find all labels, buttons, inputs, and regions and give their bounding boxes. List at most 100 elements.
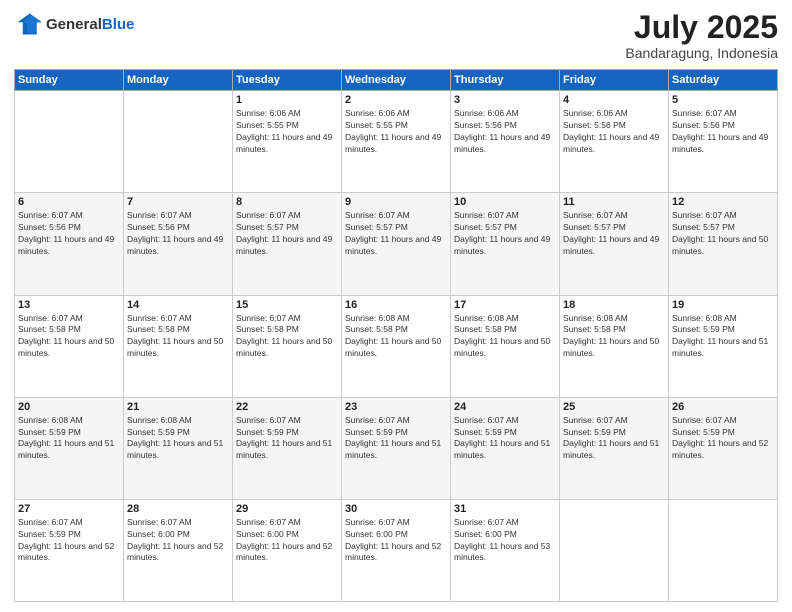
day-number: 17 — [454, 299, 556, 311]
day-number: 1 — [236, 94, 338, 106]
day-info: Sunrise: 6:07 AMSunset: 5:59 PMDaylight:… — [18, 517, 120, 565]
calendar-cell: 25Sunrise: 6:07 AMSunset: 5:59 PMDayligh… — [560, 397, 669, 499]
month-title: July 2025 — [625, 10, 778, 45]
day-info: Sunrise: 6:07 AMSunset: 5:59 PMDaylight:… — [236, 415, 338, 463]
day-number: 6 — [18, 196, 120, 208]
calendar-cell: 5 Sunrise: 6:07 AMSunset: 5:56 PMDaylight… — [669, 91, 778, 193]
logo: General Blue — [14, 10, 134, 38]
day-info: Sunrise: 6:06 AMSunset: 5:55 PMDaylight:… — [345, 108, 447, 156]
day-number: 2 — [345, 94, 447, 106]
weekday-header-monday: Monday — [124, 70, 233, 91]
calendar-cell: 14Sunrise: 6:07 AMSunset: 5:58 PMDayligh… — [124, 295, 233, 397]
day-info: Sunrise: 6:08 AMSunset: 5:58 PMDaylight:… — [454, 313, 556, 361]
calendar-cell: 22Sunrise: 6:07 AMSunset: 5:59 PMDayligh… — [233, 397, 342, 499]
day-info: Sunrise: 6:07 AMSunset: 5:57 PMDaylight:… — [454, 210, 556, 258]
week-row-1: 6 Sunrise: 6:07 AMSunset: 5:56 PMDaylight… — [15, 193, 778, 295]
day-number: 10 — [454, 196, 556, 208]
day-info: Sunrise: 6:07 AMSunset: 5:58 PMDaylight:… — [18, 313, 120, 361]
calendar-cell: 10 Sunrise: 6:07 AMSunset: 5:57 PMDayligh… — [451, 193, 560, 295]
day-number: 20 — [18, 401, 120, 413]
day-info: Sunrise: 6:07 AMSunset: 5:59 PMDaylight:… — [345, 415, 447, 463]
title-section: July 2025 Bandaragung, Indonesia — [625, 10, 778, 61]
calendar-cell: 19 Sunrise: 6:08 AMSunset: 5:59 PMDayligh… — [669, 295, 778, 397]
day-number: 28 — [127, 503, 229, 515]
week-row-0: 1 Sunrise: 6:06 AMSunset: 5:55 PMDaylight… — [15, 91, 778, 193]
calendar-cell: 21 Sunrise: 6:08 AMSunset: 5:59 PMDayligh… — [124, 397, 233, 499]
day-number: 16 — [345, 299, 447, 311]
calendar-cell: 15Sunrise: 6:07 AMSunset: 5:58 PMDayligh… — [233, 295, 342, 397]
calendar-cell — [15, 91, 124, 193]
day-info: Sunrise: 6:08 AMSunset: 5:59 PMDaylight:… — [127, 415, 229, 463]
day-info: Sunrise: 6:08 AMSunset: 5:59 PMDaylight:… — [18, 415, 120, 463]
day-info: Sunrise: 6:06 AMSunset: 5:56 PMDaylight:… — [563, 108, 665, 156]
calendar-cell: 11 Sunrise: 6:07 AMSunset: 5:57 PMDayligh… — [560, 193, 669, 295]
day-info: Sunrise: 6:08 AMSunset: 5:59 PMDaylight:… — [672, 313, 774, 361]
calendar-cell: 26 Sunrise: 6:07 AMSunset: 5:59 PMDayligh… — [669, 397, 778, 499]
day-number: 8 — [236, 196, 338, 208]
calendar-cell: 16Sunrise: 6:08 AMSunset: 5:58 PMDayligh… — [342, 295, 451, 397]
calendar-table: SundayMondayTuesdayWednesdayThursdayFrid… — [14, 69, 778, 602]
day-info: Sunrise: 6:07 AMSunset: 5:59 PMDaylight:… — [454, 415, 556, 463]
day-number: 7 — [127, 196, 229, 208]
day-number: 5 — [672, 94, 774, 106]
day-number: 19 — [672, 299, 774, 311]
day-number: 31 — [454, 503, 556, 515]
calendar-cell: 12 Sunrise: 6:07 AMSunset: 5:57 PMDayligh… — [669, 193, 778, 295]
day-info: Sunrise: 6:07 AMSunset: 5:56 PMDaylight:… — [672, 108, 774, 156]
day-number: 13 — [18, 299, 120, 311]
day-info: Sunrise: 6:08 AMSunset: 5:58 PMDaylight:… — [563, 313, 665, 361]
day-info: Sunrise: 6:07 AMSunset: 5:58 PMDaylight:… — [236, 313, 338, 361]
calendar-cell: 2 Sunrise: 6:06 AMSunset: 5:55 PMDaylight… — [342, 91, 451, 193]
day-number: 21 — [127, 401, 229, 413]
calendar-cell: 1 Sunrise: 6:06 AMSunset: 5:55 PMDaylight… — [233, 91, 342, 193]
logo-text: General Blue — [46, 17, 134, 32]
calendar-cell: 28 Sunrise: 6:07 AMSunset: 6:00 PMDayligh… — [124, 499, 233, 601]
day-number: 4 — [563, 94, 665, 106]
day-info: Sunrise: 6:07 AMSunset: 6:00 PMDaylight:… — [236, 517, 338, 565]
day-number: 11 — [563, 196, 665, 208]
calendar-cell: 7Sunrise: 6:07 AMSunset: 5:56 PMDaylight… — [124, 193, 233, 295]
day-number: 26 — [672, 401, 774, 413]
header: General Blue July 2025 Bandaragung, Indo… — [14, 10, 778, 61]
day-number: 29 — [236, 503, 338, 515]
logo-icon — [14, 10, 42, 38]
weekday-header-tuesday: Tuesday — [233, 70, 342, 91]
weekday-header-row: SundayMondayTuesdayWednesdayThursdayFrid… — [15, 70, 778, 91]
day-info: Sunrise: 6:07 AMSunset: 5:59 PMDaylight:… — [563, 415, 665, 463]
calendar-cell — [669, 499, 778, 601]
calendar-cell: 24 Sunrise: 6:07 AMSunset: 5:59 PMDayligh… — [451, 397, 560, 499]
day-info: Sunrise: 6:07 AMSunset: 5:57 PMDaylight:… — [563, 210, 665, 258]
location-title: Bandaragung, Indonesia — [625, 45, 778, 61]
day-number: 24 — [454, 401, 556, 413]
day-number: 30 — [345, 503, 447, 515]
calendar-cell: 9Sunrise: 6:07 AMSunset: 5:57 PMDaylight… — [342, 193, 451, 295]
day-info: Sunrise: 6:07 AMSunset: 5:57 PMDaylight:… — [672, 210, 774, 258]
day-info: Sunrise: 6:07 AMSunset: 5:57 PMDaylight:… — [236, 210, 338, 258]
day-number: 23 — [345, 401, 447, 413]
day-number: 18 — [563, 299, 665, 311]
day-info: Sunrise: 6:07 AMSunset: 6:00 PMDaylight:… — [127, 517, 229, 565]
day-info: Sunrise: 6:07 AMSunset: 6:00 PMDaylight:… — [345, 517, 447, 565]
logo-blue: Blue — [102, 17, 135, 32]
day-info: Sunrise: 6:07 AMSunset: 5:56 PMDaylight:… — [18, 210, 120, 258]
calendar-cell: 13 Sunrise: 6:07 AMSunset: 5:58 PMDayligh… — [15, 295, 124, 397]
calendar-cell: 30 Sunrise: 6:07 AMSunset: 6:00 PMDayligh… — [342, 499, 451, 601]
weekday-header-friday: Friday — [560, 70, 669, 91]
calendar-cell: 27Sunrise: 6:07 AMSunset: 5:59 PMDayligh… — [15, 499, 124, 601]
day-number: 12 — [672, 196, 774, 208]
day-number: 3 — [454, 94, 556, 106]
calendar-cell: 17 Sunrise: 6:08 AMSunset: 5:58 PMDayligh… — [451, 295, 560, 397]
day-number: 9 — [345, 196, 447, 208]
calendar-cell — [124, 91, 233, 193]
day-number: 14 — [127, 299, 229, 311]
day-info: Sunrise: 6:06 AMSunset: 5:55 PMDaylight:… — [236, 108, 338, 156]
calendar-cell: 29 Sunrise: 6:07 AMSunset: 6:00 PMDayligh… — [233, 499, 342, 601]
day-info: Sunrise: 6:07 AMSunset: 6:00 PMDaylight:… — [454, 517, 556, 565]
week-row-2: 13 Sunrise: 6:07 AMSunset: 5:58 PMDayligh… — [15, 295, 778, 397]
page: General Blue July 2025 Bandaragung, Indo… — [0, 0, 792, 612]
day-info: Sunrise: 6:07 AMSunset: 5:59 PMDaylight:… — [672, 415, 774, 463]
weekday-header-thursday: Thursday — [451, 70, 560, 91]
week-row-4: 27Sunrise: 6:07 AMSunset: 5:59 PMDayligh… — [15, 499, 778, 601]
calendar-cell: 4 Sunrise: 6:06 AMSunset: 5:56 PMDaylight… — [560, 91, 669, 193]
week-row-3: 20 Sunrise: 6:08 AMSunset: 5:59 PMDayligh… — [15, 397, 778, 499]
